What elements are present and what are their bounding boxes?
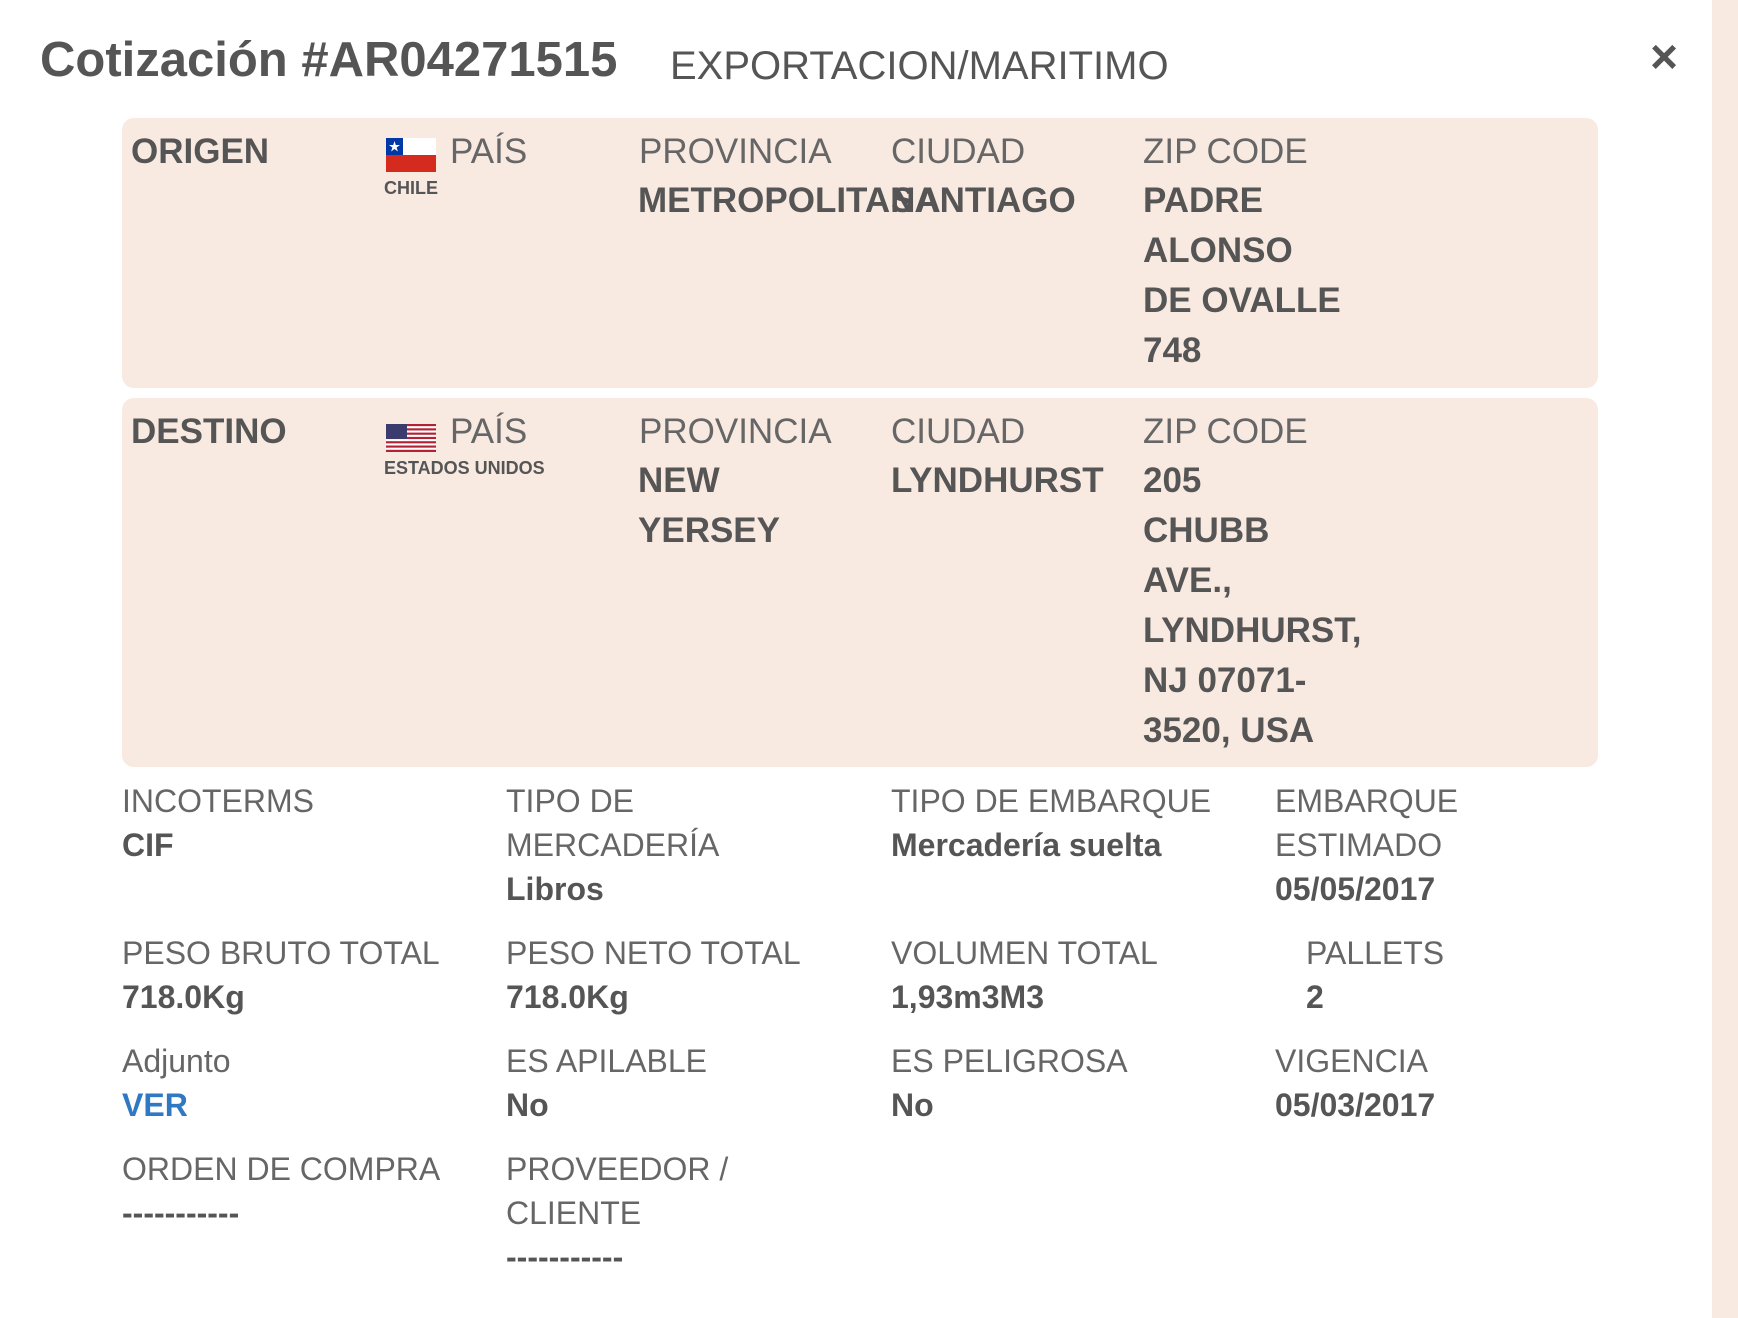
origin-zip-line: 748 — [1143, 331, 1202, 370]
tipo-mercaderia-label: TIPO DE — [506, 783, 635, 819]
destination-city-label: CIUDAD — [891, 412, 1026, 451]
peso-neto-value: 718.0Kg — [506, 979, 629, 1015]
destination-zip-line: 3520, USA — [1143, 711, 1315, 750]
quote-modal: Cotización #AR04271515 EXPORTACION/MARIT… — [0, 0, 1712, 1318]
origin-country: CHILE — [384, 178, 438, 198]
quote-type: EXPORTACION/MARITIMO — [670, 44, 1169, 88]
close-icon[interactable]: × — [1640, 34, 1688, 82]
origin-province-label: PROVINCIA — [639, 132, 832, 171]
peso-bruto-label: PESO BRUTO TOTAL — [122, 935, 440, 971]
embarque-estimado-label: EMBARQUE — [1275, 783, 1459, 819]
origin-label: ORIGEN — [131, 132, 270, 171]
destination-zip-label: ZIP CODE — [1143, 412, 1308, 451]
adjunto-ver-link[interactable]: VER — [122, 1083, 188, 1127]
pallets-label: PALLETS — [1306, 935, 1445, 971]
peso-neto-label: PESO NETO TOTAL — [506, 935, 801, 971]
destination-zip-line: AVE., — [1143, 561, 1232, 600]
tipo-embarque-value: Mercadería suelta — [891, 827, 1162, 863]
tipo-mercaderia-value: Libros — [506, 871, 604, 907]
vigencia-label: VIGENCIA — [1275, 1043, 1428, 1079]
origin-zip-line: PADRE — [1143, 181, 1263, 220]
destination-province-label: PROVINCIA — [639, 412, 832, 451]
destination-zip-line: NJ 07071- — [1143, 661, 1307, 700]
embarque-estimado-value: 05/05/2017 — [1275, 871, 1436, 907]
peligrosa-label: ES PELIGROSA — [891, 1043, 1128, 1079]
volumen-label: VOLUMEN TOTAL — [891, 935, 1158, 971]
destination-city: LYNDHURST — [891, 461, 1104, 500]
proveedor-label: PROVEEDOR / — [506, 1151, 729, 1187]
peso-bruto-value: 718.0Kg — [122, 979, 245, 1015]
origin-panel: ORIGEN PAÍS CHILE PROVINCIA METROPOLITAN… — [122, 118, 1598, 388]
incoterms-label: INCOTERMS — [122, 783, 314, 819]
proveedor-label: CLIENTE — [506, 1195, 642, 1231]
destination-province-line: YERSEY — [638, 511, 780, 550]
destination-panel: DESTINO PAÍS ESTADOS UNIDOS PROVINCIA NE… — [122, 398, 1598, 767]
destination-zip-line: CHUBB — [1143, 511, 1270, 550]
usa-flag-icon — [386, 424, 436, 452]
destination-zip-line: 205 — [1143, 461, 1202, 500]
destination-province-line: NEW — [638, 461, 720, 500]
destination-country-label: PAÍS — [450, 412, 528, 451]
origin-zip-label: ZIP CODE — [1143, 132, 1308, 171]
destination-country: ESTADOS UNIDOS — [384, 458, 545, 478]
adjunto-label: Adjunto — [122, 1043, 231, 1079]
origin-country-label: PAÍS — [450, 132, 528, 171]
origin-zip-line: DE OVALLE — [1143, 281, 1341, 320]
apilable-label: ES APILABLE — [506, 1043, 708, 1079]
origin-city: SANTIAGO — [891, 181, 1076, 220]
apilable-value: No — [506, 1087, 549, 1123]
tipo-mercaderia-label: MERCADERÍA — [506, 827, 720, 863]
chile-flag-icon — [386, 138, 436, 172]
volumen-value: 1,93m3M3 — [891, 979, 1044, 1015]
destination-label: DESTINO — [131, 412, 287, 451]
origin-zip-line: ALONSO — [1143, 231, 1293, 270]
destination-zip-line: LYNDHURST, — [1143, 611, 1362, 650]
peligrosa-value: No — [891, 1087, 934, 1123]
embarque-estimado-label: ESTIMADO — [1275, 827, 1443, 863]
vigencia-value: 05/03/2017 — [1275, 1087, 1436, 1123]
tipo-embarque-label: TIPO DE EMBARQUE — [891, 783, 1212, 819]
pallets-value: 2 — [1306, 979, 1324, 1015]
orden-compra-label: ORDEN DE COMPRA — [122, 1151, 441, 1187]
quote-title: Cotización #AR04271515 — [40, 33, 618, 87]
orden-compra-value: ----------- — [122, 1195, 240, 1231]
incoterms-value: CIF — [122, 827, 174, 863]
proveedor-value: ----------- — [506, 1239, 624, 1275]
origin-city-label: CIUDAD — [891, 132, 1026, 171]
